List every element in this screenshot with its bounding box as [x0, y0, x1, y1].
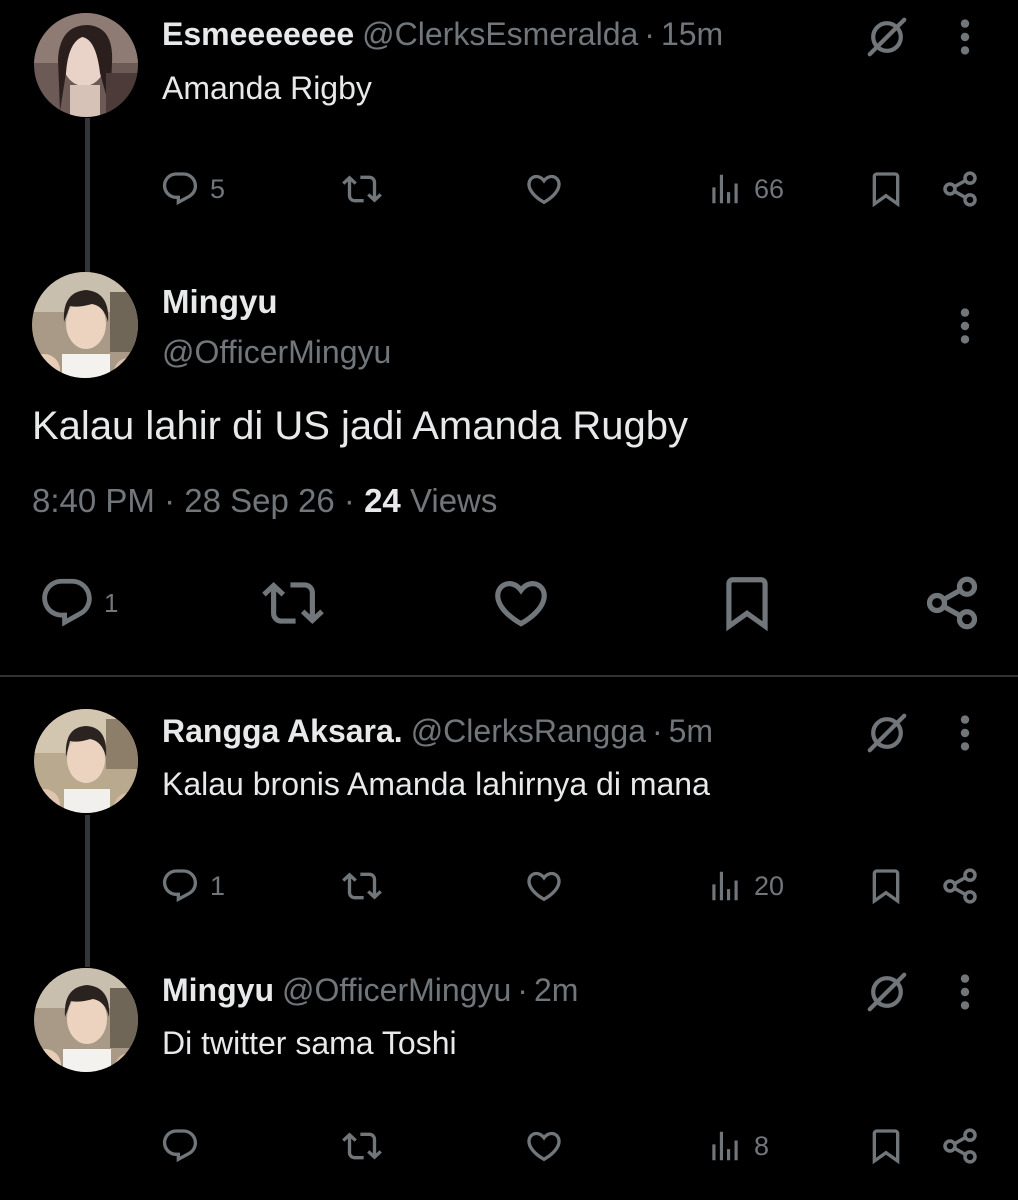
reply-button[interactable]: 1: [160, 863, 225, 909]
views-button[interactable]: 66: [706, 166, 784, 212]
separator: ·: [644, 16, 655, 52]
display-name[interactable]: Esmeeeeeee: [162, 12, 354, 56]
more-icon[interactable]: [950, 969, 980, 1015]
reply-header: Mingyu @OfficerMingyu · 2m: [162, 968, 578, 1012]
share-button[interactable]: [940, 1123, 980, 1169]
tweet-thread: Esmeeeeeee @ClerksEsmeralda · 15m Amanda…: [0, 0, 1018, 1200]
share-button[interactable]: [940, 863, 980, 909]
tweet-time[interactable]: 8:40 PM: [32, 482, 155, 519]
action-bar: 1 20: [0, 863, 1018, 909]
views-button[interactable]: 8: [706, 1123, 769, 1169]
separator: ·: [164, 482, 176, 519]
avatar[interactable]: [34, 709, 138, 813]
share-icon: [940, 866, 980, 906]
tweet-text: Amanda Rigby: [162, 70, 372, 106]
share-icon: [940, 1126, 980, 1166]
share-icon: [922, 573, 982, 633]
grok-icon[interactable]: [864, 14, 910, 60]
views-icon: [706, 1127, 744, 1165]
display-name[interactable]: Mingyu: [162, 968, 274, 1012]
divider: [0, 675, 1018, 677]
retweet-button[interactable]: [342, 1123, 382, 1169]
grok-icon[interactable]: [864, 969, 910, 1015]
action-bar: 1: [0, 572, 1018, 634]
reply-icon: [38, 574, 96, 632]
bookmark-button[interactable]: [866, 863, 906, 909]
share-button[interactable]: [940, 166, 980, 212]
timestamp[interactable]: 5m: [669, 709, 713, 753]
view-count: 66: [754, 173, 785, 204]
more-icon[interactable]: [950, 303, 980, 349]
like-icon: [524, 1126, 564, 1166]
separator: ·: [343, 482, 355, 519]
reply-icon: [160, 169, 200, 209]
reply-header: Rangga Aksara. @ClerksRangga · 5m: [162, 709, 713, 753]
view-count: 20: [754, 870, 785, 901]
tweet-text: Kalau bronis Amanda lahirnya di mana: [162, 766, 710, 802]
tweet-text: Di twitter sama Toshi: [162, 1025, 457, 1061]
reply-button[interactable]: 5: [160, 166, 225, 212]
timestamp[interactable]: 2m: [534, 968, 578, 1012]
retweet-icon: [342, 1126, 382, 1166]
views-icon: [706, 170, 744, 208]
more-icon[interactable]: [950, 14, 980, 60]
view-count: 8: [754, 1130, 770, 1161]
retweet-button[interactable]: [342, 166, 382, 212]
bookmark-button[interactable]: [716, 572, 778, 634]
share-button[interactable]: [922, 572, 982, 634]
reply-button[interactable]: [160, 1123, 210, 1169]
display-name[interactable]: Rangga Aksara.: [162, 709, 403, 753]
bookmark-icon: [866, 866, 906, 906]
retweet-button[interactable]: [342, 863, 382, 909]
timestamp[interactable]: 15m: [661, 12, 723, 56]
reply-button[interactable]: 1: [38, 572, 118, 634]
action-bar: 8: [0, 1123, 1018, 1169]
user-handle[interactable]: @ClerksRangga: [411, 709, 646, 753]
bookmark-button[interactable]: [866, 1123, 906, 1169]
user-handle[interactable]: @OfficerMingyu: [162, 330, 391, 374]
bookmark-icon: [716, 572, 778, 634]
retweet-button[interactable]: [262, 572, 324, 634]
tweet-date[interactable]: 28 Sep 26: [184, 482, 334, 519]
avatar[interactable]: [34, 968, 138, 1072]
action-bar: 5 66: [0, 166, 1018, 212]
like-icon: [524, 866, 564, 906]
views-label[interactable]: Views: [410, 482, 497, 519]
reply-header: Esmeeeeeee @ClerksEsmeralda · 15m: [162, 12, 723, 56]
like-button[interactable]: [524, 863, 564, 909]
grok-icon[interactable]: [864, 710, 910, 756]
reply-count: 1: [104, 587, 119, 618]
reply-count: 5: [210, 173, 226, 204]
tweet-text: Kalau lahir di US jadi Amanda Rugby: [32, 404, 688, 448]
like-button[interactable]: [490, 572, 552, 634]
retweet-icon: [342, 866, 382, 906]
like-button[interactable]: [524, 166, 564, 212]
views-count[interactable]: 24: [364, 482, 401, 519]
avatar[interactable]: [34, 13, 138, 117]
display-name[interactable]: Mingyu: [162, 282, 277, 322]
bookmark-icon: [866, 1126, 906, 1166]
more-icon[interactable]: [950, 710, 980, 756]
share-icon: [940, 169, 980, 209]
retweet-icon: [342, 169, 382, 209]
reply-icon: [160, 1126, 200, 1166]
views-icon: [706, 867, 744, 905]
reply-icon: [160, 866, 200, 906]
user-handle[interactable]: @ClerksEsmeralda: [362, 12, 638, 56]
like-icon: [524, 169, 564, 209]
bookmark-button[interactable]: [866, 166, 906, 212]
like-icon: [490, 572, 552, 634]
like-button[interactable]: [524, 1123, 564, 1169]
bookmark-icon: [866, 169, 906, 209]
retweet-icon: [262, 572, 324, 634]
reply-count: 1: [210, 870, 226, 901]
tweet-meta: 8:40 PM · 28 Sep 26 · 24 Views: [32, 478, 497, 524]
views-button[interactable]: 20: [706, 863, 784, 909]
avatar[interactable]: [32, 272, 138, 378]
separator: ·: [651, 713, 663, 749]
user-handle[interactable]: @OfficerMingyu: [282, 968, 511, 1012]
separator: ·: [517, 972, 528, 1008]
